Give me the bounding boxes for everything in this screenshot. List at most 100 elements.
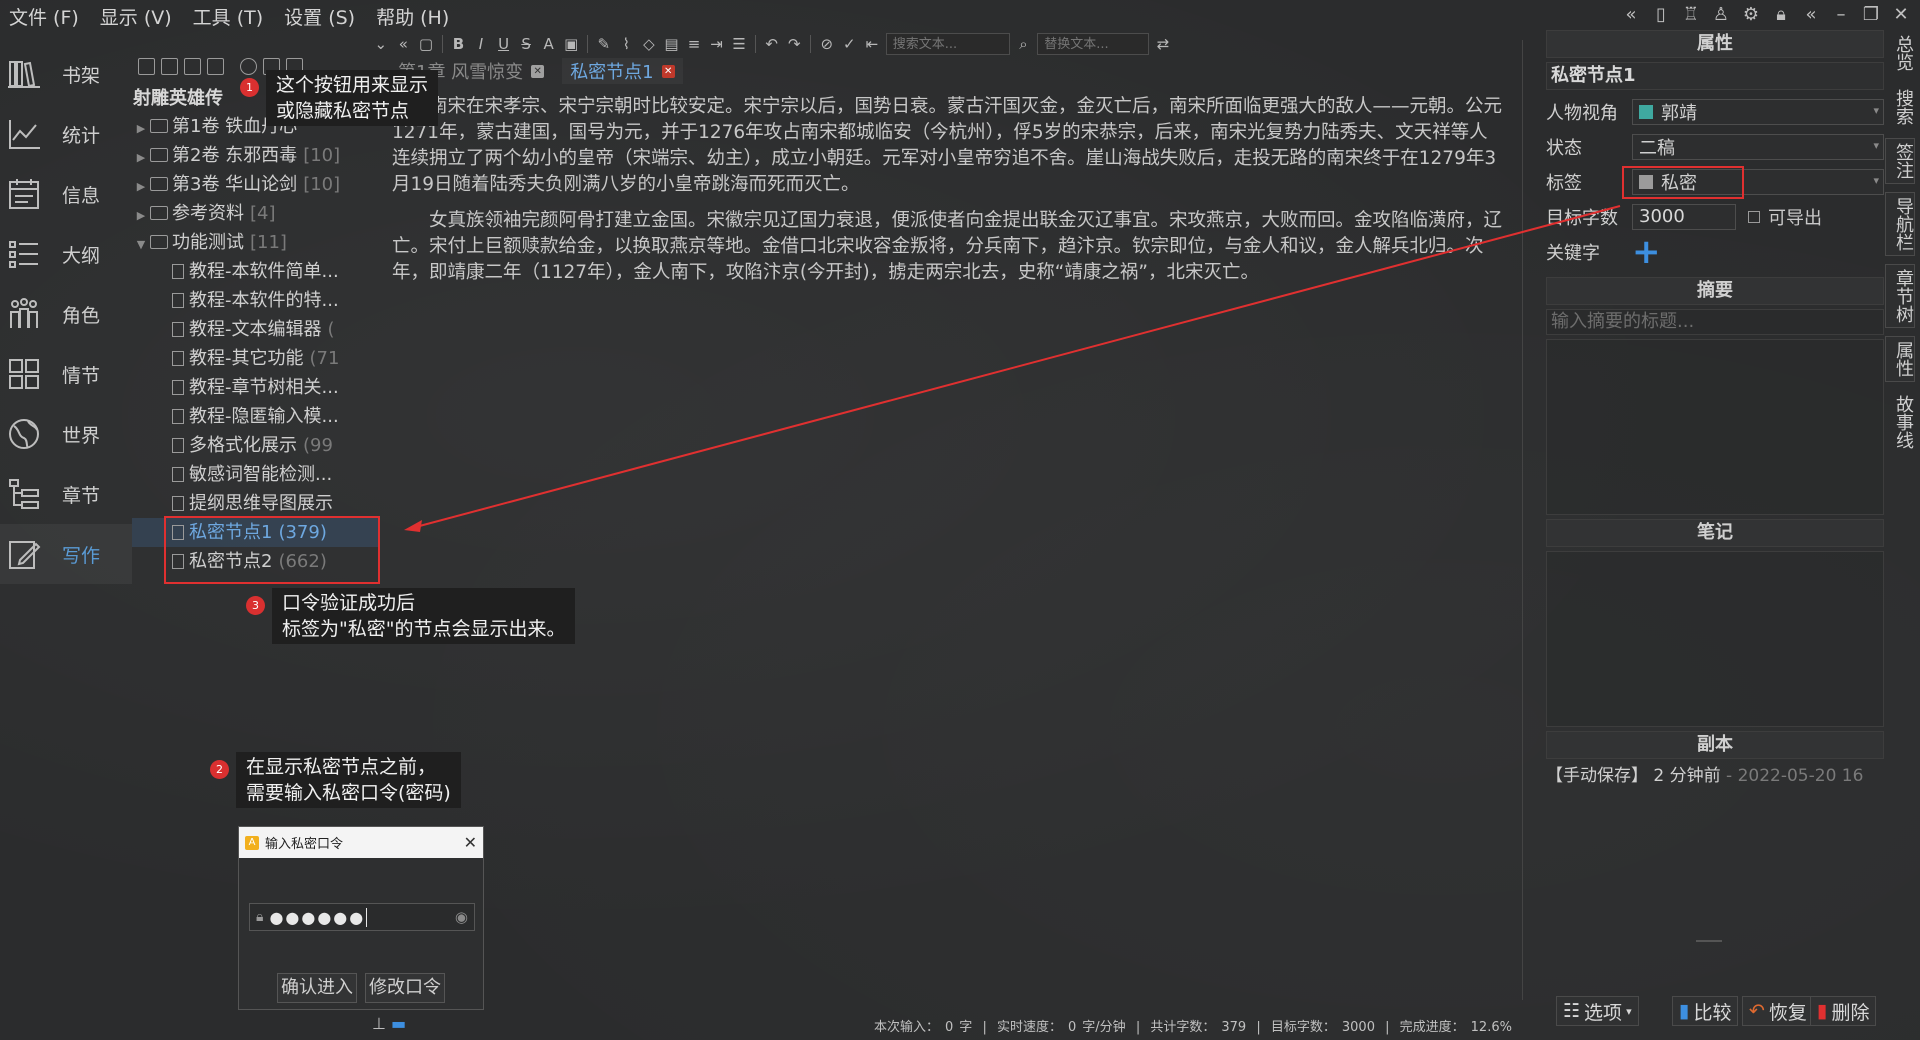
tree-item[interactable]: 提纲思维导图展示 (132, 489, 380, 518)
confirm-enter-button[interactable]: 确认进入 (277, 973, 357, 1003)
back-icon[interactable]: ⇤ (863, 35, 881, 53)
tree-item[interactable]: ▶ 第3卷 华山论剑 [10] (132, 170, 380, 199)
chevron-right-icon[interactable]: ▶ (132, 172, 150, 201)
bold-icon[interactable]: B (450, 35, 468, 53)
nav-world[interactable]: 世界 (0, 404, 132, 464)
vtab-item[interactable]: 总览 (1885, 30, 1915, 76)
close-icon[interactable]: ✕ (1890, 4, 1912, 26)
strikethrough-icon[interactable]: S (517, 35, 535, 53)
menu-file[interactable]: 文件 (F) (0, 3, 91, 30)
attach-icon[interactable]: ⌇ (618, 35, 636, 53)
tree-item[interactable]: 教程-文本编辑器( (132, 315, 380, 344)
search-icon[interactable]: ⌕ (1015, 35, 1033, 53)
redo-icon[interactable]: ↷ (785, 35, 803, 53)
replace-input[interactable] (1037, 33, 1150, 55)
chevron-down-icon[interactable]: ▼ (132, 230, 150, 259)
nav-info[interactable]: 信息 (0, 164, 132, 224)
image-icon[interactable]: ▤ (663, 35, 681, 53)
vtab-item[interactable]: 签注 (1885, 138, 1915, 184)
change-password-button[interactable]: 修改口令 (365, 973, 445, 1003)
nav-bookshelf[interactable]: 书架 (0, 44, 132, 104)
collapse-left-icon[interactable]: « (1620, 4, 1642, 26)
collapse-right-icon[interactable]: « (1800, 4, 1822, 26)
new-child-icon[interactable] (161, 58, 178, 75)
pov-select[interactable]: 郭靖 ▾ (1632, 98, 1884, 125)
summary-textarea[interactable] (1546, 339, 1884, 515)
status-select[interactable]: 二稿 ▾ (1632, 133, 1884, 160)
nav-outline[interactable]: 大纲 (0, 224, 132, 284)
tree-item[interactable]: 教程-隐匿输入模... (132, 402, 380, 431)
vtab-item[interactable]: 属性 (1885, 336, 1915, 382)
options-button[interactable]: ☷ 选项 ▾ (1556, 996, 1639, 1026)
chevron-right-icon[interactable]: ▶ (132, 201, 150, 230)
eraser-icon[interactable]: ◇ (640, 35, 658, 53)
collapse-all-icon[interactable] (184, 58, 201, 75)
chevron-down-icon[interactable]: ⌄ (372, 35, 390, 53)
new-chapter-icon[interactable] (138, 58, 155, 75)
tree-item[interactable]: ▶ 第2卷 东邪西毒 [10] (132, 141, 380, 170)
underline-icon[interactable]: U (495, 35, 513, 53)
nav-plot[interactable]: 情节 (0, 344, 132, 404)
notes-textarea[interactable] (1546, 551, 1884, 727)
restore-button[interactable]: ↶ 恢复 (1742, 996, 1814, 1026)
restore-icon[interactable]: ❐ (1860, 4, 1882, 26)
tree-item[interactable]: 教程-其它功能 (71 (132, 344, 380, 373)
text-size-icon[interactable]: ⊥ (372, 1014, 386, 1033)
tree-item[interactable]: 敏感词智能检测... (132, 460, 380, 489)
menu-help[interactable]: 帮助 (H) (367, 3, 461, 30)
chevron-right-icon[interactable]: ▶ (132, 143, 150, 172)
compare-button[interactable]: ▮ 比较 (1672, 996, 1739, 1026)
nav-stats[interactable]: 统计 (0, 104, 132, 164)
close-icon[interactable]: ✕ (531, 64, 545, 78)
editor-splitter[interactable] (1522, 40, 1523, 1000)
lock-icon[interactable]: 🔒︎ (1770, 4, 1792, 26)
minimize-icon[interactable]: – (1830, 4, 1852, 26)
node-title[interactable]: 私密节点1 (1546, 62, 1884, 90)
eye-icon[interactable]: ◉ (455, 908, 468, 926)
target-words-input[interactable]: 3000 (1632, 203, 1736, 230)
menu-view[interactable]: 显示 (V) (91, 3, 184, 30)
italic-icon[interactable]: I (472, 35, 490, 53)
new-doc-icon[interactable]: ▢ (417, 35, 435, 53)
toggle-icon[interactable]: ▬ (391, 1014, 406, 1033)
tree-item[interactable]: 多格式化展示 (99 (132, 431, 380, 460)
tree-item[interactable]: ▼ 功能测试 [11] (132, 228, 380, 257)
trash-icon[interactable] (207, 58, 224, 75)
indent-icon[interactable]: ⇥ (708, 35, 726, 53)
resize-grip[interactable] (1696, 940, 1722, 942)
phone-icon[interactable]: ▯ (1650, 4, 1672, 26)
add-keyword-icon[interactable]: + (1632, 235, 1661, 269)
search-input[interactable] (885, 33, 1010, 55)
undo-icon[interactable]: ↶ (763, 35, 781, 53)
vtab-item[interactable]: 章节树 (1885, 264, 1915, 328)
copy-entry[interactable]: 【手动保存】 2 分钟前 - 2022-05-20 16 (1546, 763, 1884, 789)
highlight-icon[interactable]: ▣ (562, 35, 580, 53)
pen-icon[interactable]: ✎ (595, 35, 613, 53)
delete-button[interactable]: ▮ 删除 (1810, 996, 1877, 1026)
gear-icon[interactable]: ⚙ (1740, 4, 1762, 26)
eye-hidden-icon[interactable] (240, 58, 257, 75)
user-icon[interactable]: ♙ (1710, 4, 1732, 26)
tree-item[interactable]: 教程-本软件简单... (132, 257, 380, 286)
chevron-right-icon[interactable]: ▶ (132, 114, 150, 143)
tab-private-node-1[interactable]: 私密节点1 ✕ (562, 58, 683, 84)
hide-icon[interactable]: ⊘ (818, 35, 836, 53)
menu-tools[interactable]: 工具 (T) (184, 3, 275, 30)
close-icon[interactable]: ✕ (661, 64, 675, 78)
nav-characters[interactable]: 角色 (0, 284, 132, 344)
tree-item[interactable]: 教程-章节树相关... (132, 373, 380, 402)
vtab-item[interactable]: 搜索 (1885, 84, 1915, 130)
text-editor[interactable]: 南宋在宋孝宗、宋宁宗朝时比较安定。宋宁宗以后，国势日衰。蒙古汗国灭金，金灭亡后，… (392, 94, 1504, 296)
tree-item[interactable]: 教程-本软件的特... (132, 286, 380, 315)
password-input[interactable]: 🔒︎ ●●●●●● ◉ (249, 903, 475, 931)
font-color-icon[interactable]: A (540, 35, 558, 53)
nav-writing[interactable]: 写作 (0, 524, 132, 584)
collapse-icon[interactable]: « (395, 35, 413, 53)
exportable-checkbox[interactable] (1748, 210, 1760, 223)
menu-settings[interactable]: 设置 (S) (275, 3, 367, 30)
tree-item[interactable]: ▶ 参考资料 [4] (132, 199, 380, 228)
nav-chapters[interactable]: 章节 (0, 464, 132, 524)
spellcheck-icon[interactable]: ✓ (841, 35, 859, 53)
summary-title-input[interactable]: 输入摘要的标题... (1546, 309, 1884, 335)
replace-icon[interactable]: ⇄ (1154, 35, 1172, 53)
